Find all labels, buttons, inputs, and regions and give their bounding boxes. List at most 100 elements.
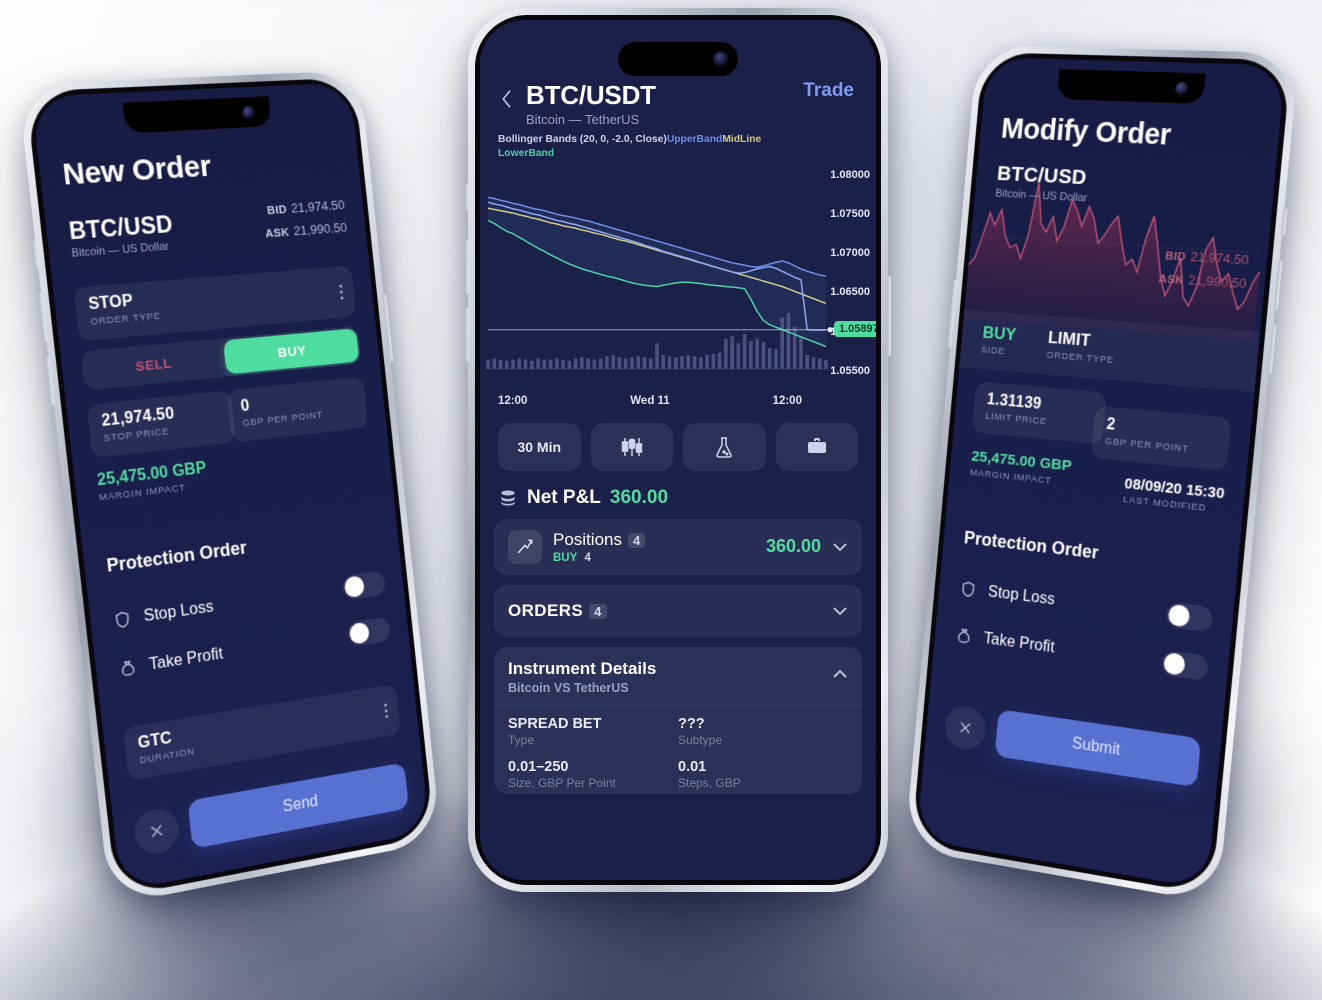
shield-icon [112, 609, 133, 631]
detail-cell: SPREAD BET Type [508, 716, 678, 747]
mute-switch[interactable] [32, 240, 40, 268]
legend-lowerband: LowerBand [498, 147, 555, 159]
phone-center-screen: BTC/USDT Bitcoin — TetherUS Trade Bollin… [480, 20, 876, 880]
protection-order-title: Protection Order [105, 537, 248, 576]
take-profit-toggle[interactable] [346, 616, 392, 648]
positions-row[interactable]: Positions 4 BUY 4 360.00 [494, 518, 862, 575]
mute-switch[interactable] [465, 183, 469, 211]
stop-loss-row[interactable]: Stop Loss [958, 576, 1214, 633]
phone-left-new-order: New Order BTC/USD Bitcoin — US Dollar BI… [17, 70, 442, 906]
volume-up-button[interactable] [1273, 260, 1283, 310]
mute-switch[interactable] [1280, 208, 1288, 236]
back-icon[interactable] [498, 84, 516, 114]
trade-button[interactable]: Trade [803, 80, 854, 102]
chart-symbol: BTC/USDT [526, 80, 656, 110]
stop-loss-toggle[interactable] [341, 570, 387, 601]
chevron-down-icon[interactable] [832, 542, 848, 552]
net-pnl-row: Net P&L 360.00 [480, 471, 876, 509]
money-bag-icon [117, 657, 138, 679]
phone-right-modify-order: Modify Order BTC/USD Bitcoin — US Dollar… [904, 45, 1300, 904]
sell-button[interactable]: SELL [81, 339, 225, 391]
per-point-field[interactable]: 0 GBP PER POINT [226, 376, 369, 443]
send-button[interactable]: Send [187, 762, 409, 849]
instrument-details-header[interactable]: Instrument Details Bitcoin VS TetherUS [494, 659, 862, 706]
front-camera-icon [1174, 81, 1189, 95]
volume-down-button[interactable] [1267, 324, 1277, 374]
instrument-details-card[interactable]: Instrument Details Bitcoin VS TetherUS S… [494, 646, 862, 794]
power-button[interactable] [382, 294, 394, 363]
stop-loss-label: Stop Loss [142, 597, 215, 625]
timeframe-button[interactable]: 30 Min [498, 422, 581, 471]
chart-app: BTC/USDT Bitcoin — TetherUS Trade Bollin… [480, 20, 876, 880]
ask-label: ASK [1158, 273, 1185, 288]
y-tick: 1.05500 [830, 364, 870, 377]
notch [1056, 69, 1206, 105]
dynamic-island [618, 42, 738, 76]
legend-midline: MidLine [722, 134, 762, 145]
flask-icon [716, 437, 733, 458]
x-tick: Wed 11 [630, 394, 670, 407]
price-chart[interactable]: 1.08000 1.07500 1.07000 1.06500 1.06000 … [480, 163, 876, 411]
phone-center-chart: BTC/USDT Bitcoin — TetherUS Trade Bollin… [465, 8, 891, 892]
power-button[interactable] [887, 276, 891, 356]
stop-loss-label: Stop Loss [987, 583, 1056, 608]
volume-up-button[interactable] [37, 292, 48, 343]
instrument-details-title: Instrument Details [508, 658, 657, 678]
current-price-badge: 1.05897 [834, 320, 876, 337]
ask-label: ASK [264, 226, 291, 241]
margin-impact-block: 25,475.00 GBP MARGIN IMPACT [96, 460, 208, 504]
chart-instrument: BTC/USDT Bitcoin — TetherUS [526, 80, 656, 127]
stop-price-field[interactable]: 21,974.50 STOP PRICE [86, 390, 236, 458]
chevron-down-icon[interactable] [832, 606, 848, 616]
power-button[interactable] [947, 279, 958, 348]
duration-menu-icon[interactable] [384, 703, 389, 719]
order-type-block[interactable]: LIMIT ORDER TYPE [1046, 328, 1117, 366]
side-block[interactable]: BUY SIDE [981, 323, 1017, 358]
stop-loss-toggle[interactable] [1165, 601, 1214, 633]
positions-side: BUY [553, 551, 578, 564]
x-tick: 12:00 [498, 394, 528, 407]
action-bar: Submit [943, 702, 1202, 788]
detail-key: Size, GBP Per Point [508, 775, 616, 790]
volume-down-button[interactable] [45, 356, 55, 407]
instrument-symbol: BTC/USD [996, 162, 1088, 190]
chart-symbol-name: Bitcoin — TetherUS [526, 112, 640, 127]
legend-upperband: UpperBand [666, 134, 723, 145]
last-modified-block: 08/09/20 15:30 LAST MODIFIED [1123, 475, 1226, 516]
bid-label: BID [1164, 250, 1187, 264]
cancel-button[interactable] [943, 703, 988, 753]
chart-toolbar: 30 Min [480, 411, 876, 471]
portfolio-button[interactable] [775, 422, 858, 471]
indicators-button[interactable] [683, 422, 766, 471]
chevron-up-icon[interactable] [832, 669, 848, 679]
per-point-field[interactable]: 2 GBP PER POINT [1090, 405, 1232, 471]
positions-count: 4 [627, 532, 646, 548]
orders-row[interactable]: ORDERS 4 [494, 584, 862, 637]
bid-label: BID [266, 204, 288, 218]
ask-value: 21,990.50 [292, 219, 348, 239]
duration-field[interactable]: GTC DURATION [123, 683, 401, 781]
detail-key: Steps, GBP [678, 775, 741, 790]
instrument-details-sub: Bitcoin VS TetherUS [508, 680, 629, 695]
volume-down-button[interactable] [465, 308, 469, 362]
positions-info: Positions 4 BUY 4 [553, 530, 755, 564]
take-profit-toggle[interactable] [1160, 649, 1209, 682]
details-row-1: SPREAD BET Type ??? Subtype [494, 706, 862, 747]
limit-price-field[interactable]: 1.31139 LIMIT PRICE [971, 381, 1107, 445]
orders-label-wrap: ORDERS 4 [508, 601, 821, 621]
volume-up-button[interactable] [465, 240, 469, 294]
margin-impact-block: 25,475.00 GBP MARGIN IMPACT [970, 448, 1073, 489]
take-profit-row[interactable]: Take Profit [954, 623, 1209, 682]
detail-key: Type [508, 732, 535, 747]
net-pnl-value: 360.00 [609, 486, 669, 508]
cancel-button[interactable] [132, 805, 181, 858]
chart-type-button[interactable] [590, 422, 673, 471]
buy-button[interactable]: BUY [222, 328, 360, 375]
submit-button[interactable]: Submit [994, 709, 1202, 788]
y-tick: 1.06500 [830, 286, 870, 299]
order-type-menu-icon[interactable] [339, 284, 344, 300]
x-tick: 12:00 [772, 394, 802, 407]
briefcase-icon [807, 437, 826, 453]
side-label: SIDE [980, 344, 1006, 358]
detail-value: 0.01 [678, 758, 707, 775]
